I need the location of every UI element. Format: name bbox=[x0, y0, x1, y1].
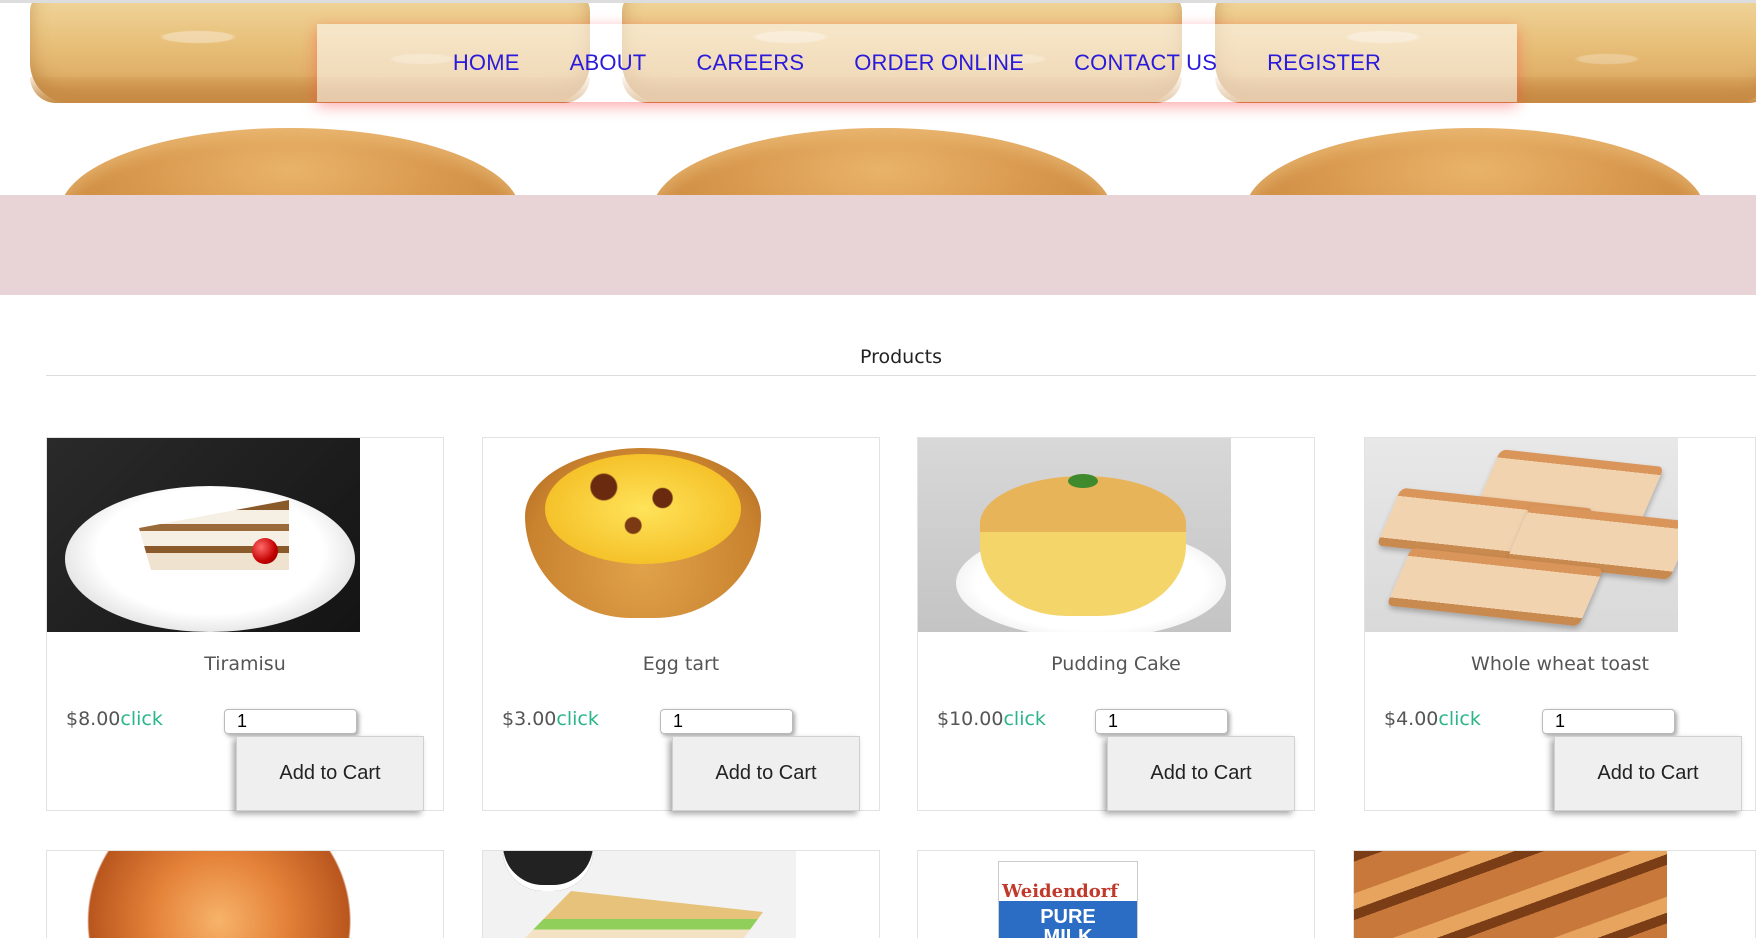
bread-roll-image bbox=[60, 128, 520, 195]
product-card-milk: Weidendorf PURE MILK bbox=[917, 850, 1315, 938]
tiramisu-image bbox=[47, 438, 360, 632]
product-name: Tiramisu bbox=[204, 653, 286, 675]
milk-label-text: PURE MILK bbox=[1040, 906, 1096, 938]
bread-roll-image bbox=[652, 128, 1112, 195]
product-card-sandwich bbox=[482, 850, 880, 938]
product-card-tiramisu: Tiramisu $8.00click Add to Cart bbox=[46, 437, 444, 811]
products-heading: Products bbox=[46, 346, 1756, 376]
nav-about[interactable]: ABOUT bbox=[570, 50, 647, 76]
quantity-input[interactable] bbox=[660, 709, 793, 734]
nav-home[interactable]: HOME bbox=[453, 50, 520, 76]
sandwich-image bbox=[483, 851, 796, 938]
click-link[interactable]: click bbox=[1438, 708, 1480, 730]
whole-wheat-toast-image bbox=[1365, 438, 1678, 632]
product-card-pastry bbox=[46, 850, 444, 938]
main-nav: HOME ABOUT CAREERS ORDER ONLINE CONTACT … bbox=[317, 24, 1517, 102]
baguette-image bbox=[1354, 851, 1667, 938]
product-price: $10.00click bbox=[937, 708, 1046, 730]
product-card-whole-wheat-toast: Whole wheat toast $4.00click Add to Cart bbox=[1364, 437, 1756, 811]
product-name: Pudding Cake bbox=[1051, 653, 1181, 675]
add-to-cart-button[interactable]: Add to Cart bbox=[672, 736, 860, 811]
milk-carton-image: Weidendorf PURE MILK bbox=[918, 851, 1231, 938]
product-price: $4.00click bbox=[1384, 708, 1481, 730]
pudding-cake-image bbox=[918, 438, 1231, 632]
quantity-input[interactable] bbox=[1095, 709, 1228, 734]
nav-contact-us[interactable]: CONTACT US bbox=[1074, 50, 1217, 76]
bread-roll-image bbox=[1245, 128, 1705, 195]
quantity-input[interactable] bbox=[224, 709, 357, 734]
price-value: $3.00 bbox=[502, 708, 557, 730]
quantity-input[interactable] bbox=[1542, 709, 1675, 734]
product-card-egg-tart: Egg tart $3.00click Add to Cart bbox=[482, 437, 880, 811]
nav-register[interactable]: REGISTER bbox=[1267, 50, 1381, 76]
click-link[interactable]: click bbox=[556, 708, 598, 730]
price-value: $10.00 bbox=[937, 708, 1004, 730]
product-card-baguette bbox=[1353, 850, 1756, 938]
add-to-cart-button[interactable]: Add to Cart bbox=[1107, 736, 1295, 811]
click-link[interactable]: click bbox=[1003, 708, 1045, 730]
add-to-cart-button[interactable]: Add to Cart bbox=[236, 736, 424, 811]
price-value: $4.00 bbox=[1384, 708, 1439, 730]
product-price: $3.00click bbox=[502, 708, 599, 730]
product-name: Whole wheat toast bbox=[1471, 653, 1649, 675]
pastry-image bbox=[47, 851, 360, 938]
nav-careers[interactable]: CAREERS bbox=[696, 50, 804, 76]
nav-order-online[interactable]: ORDER ONLINE bbox=[854, 50, 1024, 76]
price-value: $8.00 bbox=[66, 708, 121, 730]
pink-band bbox=[0, 195, 1756, 295]
click-link[interactable]: click bbox=[120, 708, 162, 730]
hero-banner: HOME ABOUT CAREERS ORDER ONLINE CONTACT … bbox=[0, 0, 1756, 195]
product-card-pudding-cake: Pudding Cake $10.00click Add to Cart bbox=[917, 437, 1315, 811]
product-name: Egg tart bbox=[642, 653, 720, 675]
egg-tart-image bbox=[483, 438, 796, 632]
add-to-cart-button[interactable]: Add to Cart bbox=[1554, 736, 1742, 811]
milk-brand-text: Weidendorf bbox=[1002, 881, 1118, 902]
product-price: $8.00click bbox=[66, 708, 163, 730]
